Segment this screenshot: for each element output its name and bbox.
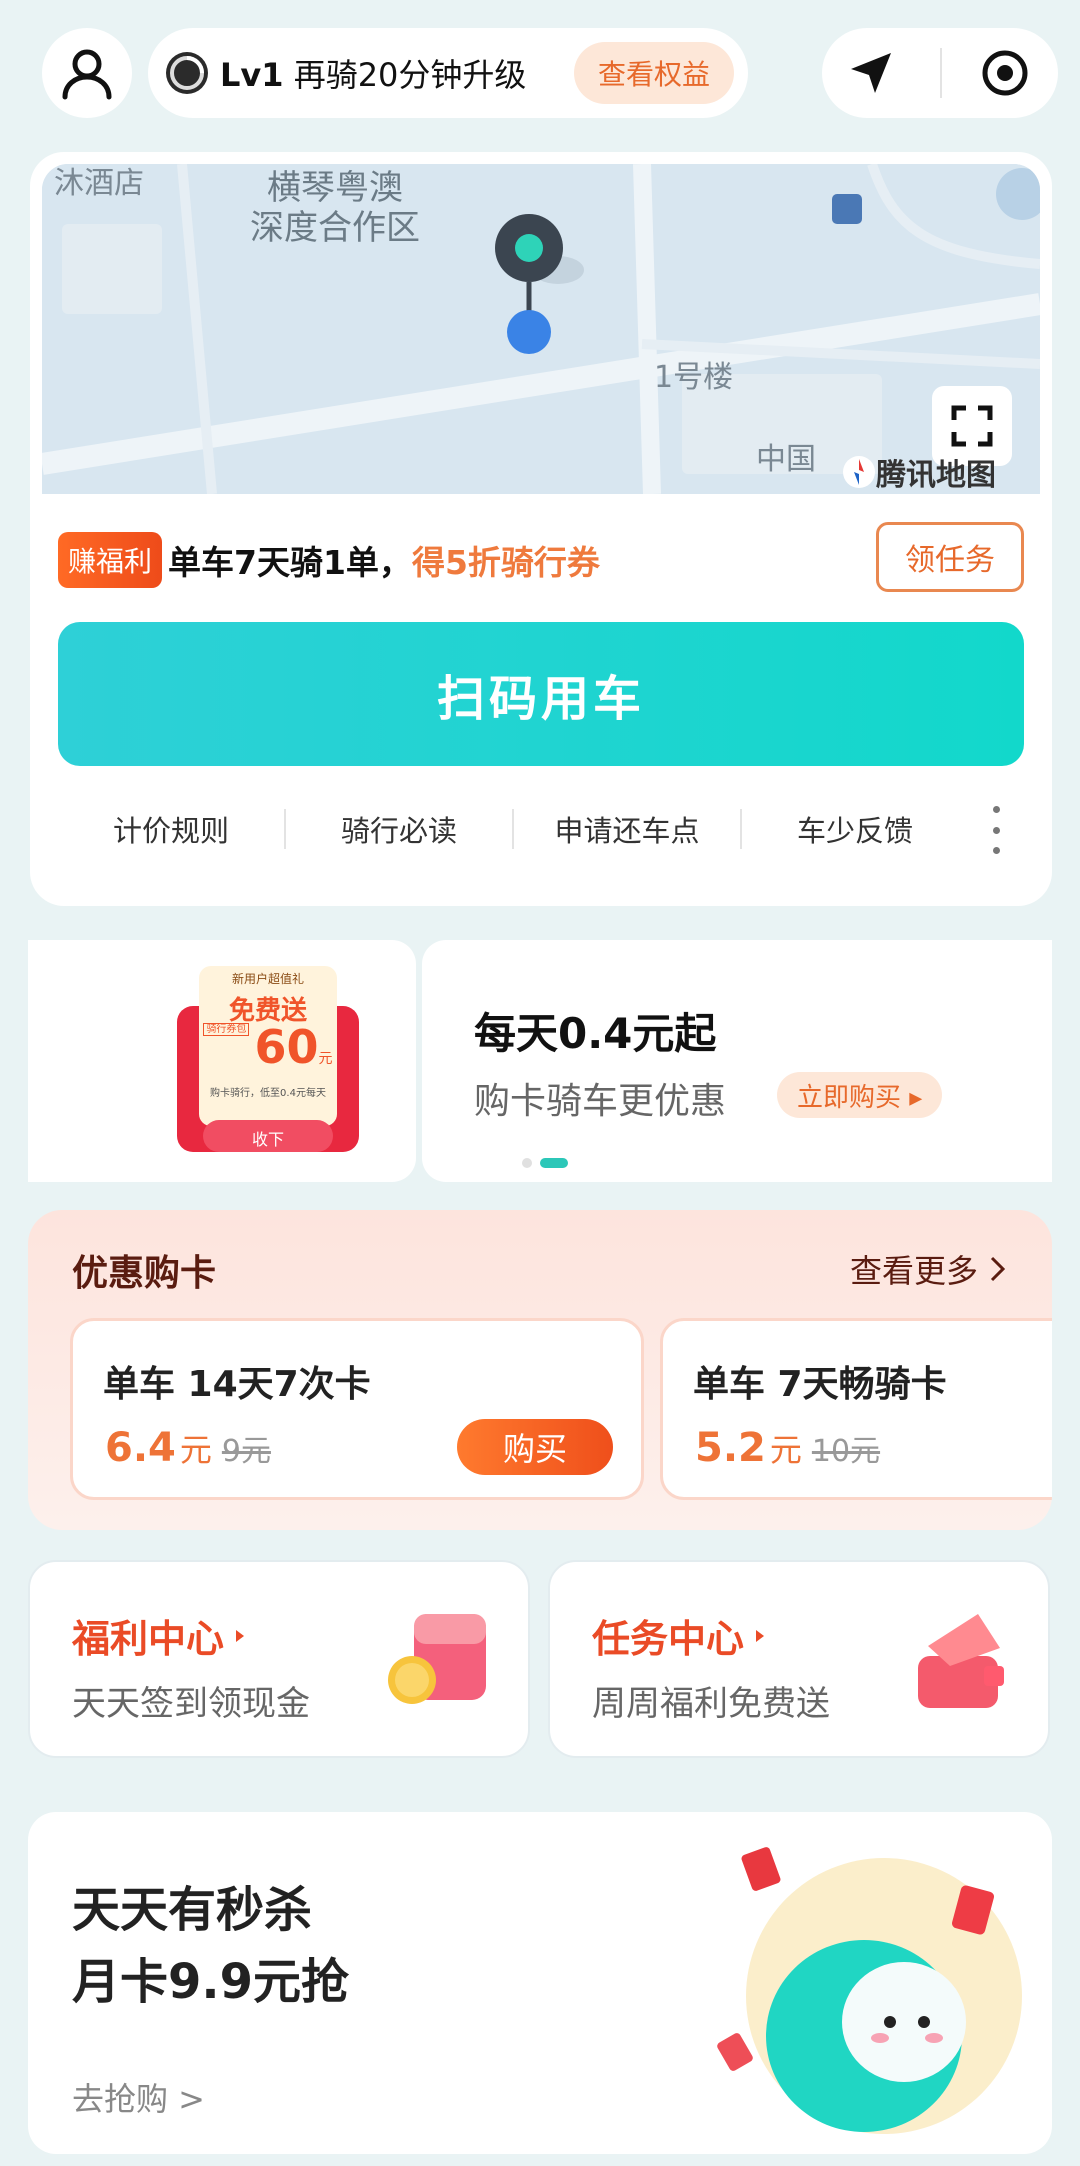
map-brand: 腾讯地图: [842, 450, 996, 494]
banner-title: 每天0.4元起: [474, 1009, 717, 1058]
card-item-14day[interactable]: 单车 14天7次卡 6.4 元 9元 购买: [70, 1318, 644, 1500]
dot-icon: [992, 806, 1000, 813]
chevron-right-icon: [990, 1256, 1006, 1282]
card-price-value: 5.2: [695, 1425, 766, 1471]
promo-text: 单车7天骑1单，得5折骑行券: [168, 536, 600, 584]
coupon-banner[interactable]: 新用户超值礼 免费送 骑行券包 60元 购卡骑行，低至0.4元每天 收下: [28, 940, 416, 1182]
card-price: 6.4 元 9元: [105, 1425, 271, 1471]
ride-card: 沐酒店 横琴粤澳 深度合作区 1号楼 中国 腾讯地图 赚福利 单车7天骑1单，得…: [30, 152, 1052, 906]
recenter-button[interactable]: [974, 42, 1036, 104]
get-task-button[interactable]: 领任务: [876, 522, 1024, 592]
divider: [940, 48, 942, 98]
card-promo-banner[interactable]: 每天0.4元起 购卡骑车更优惠 立即购买 ▸: [422, 940, 1052, 1182]
card-item-7day[interactable]: 单车 7天畅骑卡 5.2 元 10元: [660, 1318, 1052, 1500]
coupon-header: 新用户超值礼: [231, 972, 304, 986]
center-title-text: 任务中心: [592, 1617, 745, 1661]
see-more-label: 查看更多: [849, 1252, 978, 1290]
level-text: Lv1 再骑20分钟升级: [220, 50, 526, 96]
map-label-hotel: 沐酒店: [54, 166, 144, 201]
card-old-price: 9元: [221, 1434, 271, 1469]
target-icon: [982, 50, 1028, 96]
map-label-road: 中国: [756, 442, 816, 477]
quick-links: 计价规则 骑行必读 申请还车点 车少反馈: [58, 792, 1024, 866]
more-options-button[interactable]: [986, 806, 1006, 854]
buy-button[interactable]: 购买: [457, 1419, 613, 1475]
section-title: 优惠购卡: [72, 1253, 217, 1294]
link-request-parking[interactable]: 申请还车点: [514, 808, 740, 850]
coupon-desc: 购卡骑行，低至0.4元每天: [210, 1088, 326, 1099]
coupon-amount-value: 60: [254, 1020, 319, 1074]
promo-main-text: 单车7天骑1单，: [168, 543, 412, 582]
welfare-center-card[interactable]: 福利中心 天天签到领现金: [28, 1560, 530, 1758]
map-label-zone-line1: 横琴粤澳: [267, 168, 403, 208]
center-title: 福利中心: [72, 1608, 246, 1663]
link-riding-guide[interactable]: 骑行必读: [286, 808, 512, 850]
caret-right-icon: [756, 1629, 765, 1642]
level-progress-text: 再骑20分钟升级: [293, 56, 527, 94]
center-title: 任务中心: [592, 1608, 766, 1663]
compass-icon: [843, 456, 875, 488]
promo-row: 赚福利 单车7天骑1单，得5折骑行券 领任务: [58, 522, 1024, 598]
see-more-link[interactable]: 查看更多: [850, 1246, 1008, 1292]
coupon-note: 骑行券包: [203, 1023, 250, 1036]
map-label-zone-line2: 深度合作区: [250, 208, 420, 248]
mascot-illustration: [717, 1847, 1022, 2134]
card-name: 单车 14天7次卡: [103, 1364, 371, 1405]
welfare-tag: 赚福利: [58, 532, 163, 588]
map-controls: [822, 28, 1058, 118]
locate-button[interactable]: [840, 42, 902, 104]
task-center-card[interactable]: 任务中心 周周福利免费送: [548, 1560, 1050, 1758]
carousel-dot[interactable]: [522, 1158, 532, 1168]
card-price-unit: 元: [179, 1431, 212, 1469]
carousel-dots: [522, 1158, 568, 1168]
card-price: 5.2 元 10元: [695, 1425, 880, 1471]
center-title-text: 福利中心: [72, 1617, 225, 1661]
coupon-amount: 骑行券包 60元: [173, 1020, 363, 1074]
level-badge: Lv1: [220, 56, 284, 94]
card-price-unit: 元: [769, 1431, 802, 1469]
red-packet-coin-icon: [388, 1614, 486, 1704]
flash-title-line2: 月卡9.9元抢: [72, 1954, 350, 2010]
coupon-graphic: 新用户超值礼 免费送 骑行券包 60元 购卡骑行，低至0.4元每天 收下: [173, 960, 363, 1156]
link-pricing-rules[interactable]: 计价规则: [58, 808, 284, 850]
center-subtitle: 周周福利免费送: [592, 1684, 830, 1724]
carousel-dot-active[interactable]: [540, 1158, 568, 1168]
map-view[interactable]: 沐酒店 横琴粤澳 深度合作区 1号楼 中国 腾讯地图: [42, 164, 1040, 494]
coupon-amount-unit: 元: [318, 1051, 333, 1067]
navigation-arrow-icon: [851, 53, 891, 93]
card-price-value: 6.4: [105, 1425, 176, 1471]
buy-now-button[interactable]: 立即购买 ▸: [777, 1072, 943, 1118]
dot-icon: [992, 847, 1000, 854]
gift-box-icon: [918, 1614, 1004, 1708]
map-label-zone: 横琴粤澳 深度合作区: [250, 168, 420, 248]
expand-icon: [951, 405, 993, 447]
center-subtitle: 天天签到领现金: [72, 1684, 310, 1724]
discount-cards-section: 优惠购卡 查看更多 单车 14天7次卡 6.4 元 9元 购买 单车 7天畅骑卡 5…: [28, 1210, 1052, 1530]
pickup-pin-icon: [495, 214, 584, 354]
caret-right-icon: [236, 1629, 245, 1642]
map-brand-text: 腾讯地图: [876, 458, 996, 493]
go-grab-link[interactable]: 去抢购 >: [72, 2074, 205, 2120]
level-ring-icon: [166, 52, 208, 94]
card-name: 单车 7天畅骑卡: [693, 1364, 947, 1405]
promo-highlight: 得5折骑行券: [411, 543, 600, 582]
card-old-price: 10元: [811, 1434, 881, 1469]
map-label-building: 1号楼: [654, 360, 734, 395]
scan-to-ride-button[interactable]: 扫码用车: [58, 622, 1024, 766]
coupon-accept-button: 收下: [251, 1130, 284, 1149]
user-icon: [62, 49, 112, 100]
banner-subtitle: 购卡骑车更优惠: [474, 1081, 727, 1122]
link-few-bikes-feedback[interactable]: 车少反馈: [742, 808, 968, 850]
flash-sale-card[interactable]: 天天有秒杀 月卡9.9元抢 去抢购 >: [28, 1812, 1052, 2154]
profile-button[interactable]: [42, 28, 132, 118]
level-pill[interactable]: Lv1 再骑20分钟升级 查看权益: [148, 28, 748, 118]
view-rights-button[interactable]: 查看权益: [573, 42, 734, 104]
dot-icon: [992, 826, 1000, 834]
flash-title-line1: 天天有秒杀: [72, 1882, 313, 1938]
